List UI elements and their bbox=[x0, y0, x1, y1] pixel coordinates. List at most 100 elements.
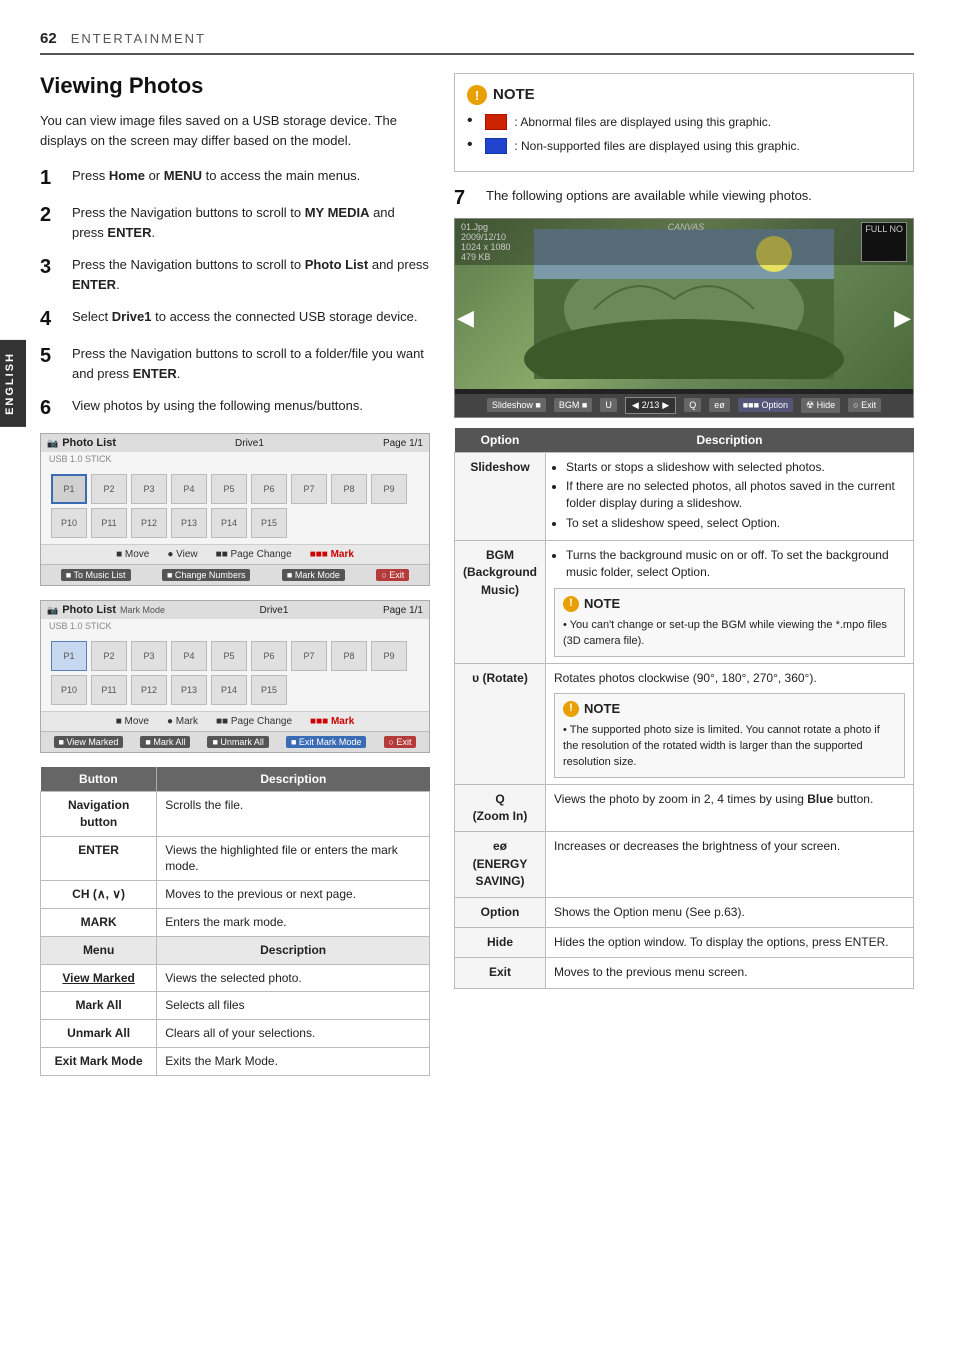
options-desc-header: Description bbox=[546, 428, 914, 453]
steps-list: 1 Press Home or MENU to access the main … bbox=[40, 166, 430, 420]
btn-view-marked[interactable]: ■ View Marked bbox=[54, 736, 124, 748]
btn-mark-all[interactable]: ■ Mark All bbox=[140, 736, 190, 748]
option-hide-desc: Hides the option window. To display the … bbox=[546, 927, 914, 957]
option-exit-desc: Moves to the previous menu screen. bbox=[546, 958, 914, 988]
thumb2-p7: P7 bbox=[291, 641, 327, 671]
option-option-desc: Shows the Option menu (See p.63). bbox=[546, 897, 914, 927]
rotate-note-text: • The supported photo size is limited. Y… bbox=[563, 724, 880, 768]
thumb-p1: P1 bbox=[51, 474, 87, 504]
option-rotate: υ (Rotate) bbox=[455, 663, 546, 784]
toolbar-q[interactable]: Q bbox=[684, 398, 701, 412]
file-info: 01.Jpg 2009/12/10 1024 x 1080 479 KB bbox=[461, 222, 511, 262]
option-exit-row: Exit Moves to the previous menu screen. bbox=[455, 958, 914, 988]
bgm-note-icon: ! bbox=[563, 596, 579, 612]
toolbar-energy[interactable]: eø bbox=[709, 398, 730, 412]
photo-list-title-2: Photo List bbox=[62, 604, 116, 616]
counter-next[interactable]: ▶ bbox=[662, 400, 669, 411]
photo-list-buttons-1: ■ To Music List ■ Change Numbers ■ Mark … bbox=[41, 564, 429, 585]
toolbar-exit[interactable]: ○ Exit bbox=[848, 398, 881, 412]
option-hide-row: Hide Hides the option window. To display… bbox=[455, 927, 914, 957]
rotate-inner-note: ! NOTE • The supported photo size is lim… bbox=[554, 693, 905, 778]
btn-ch: CH (∧, ∨) bbox=[41, 881, 157, 909]
step-4-text: Select Drive1 to access the connected US… bbox=[72, 307, 417, 327]
btn-enter-desc: Views the highlighted file or enters the… bbox=[157, 836, 430, 881]
thumb-p3: P3 bbox=[131, 474, 167, 504]
step-5: 5 Press the Navigation buttons to scroll… bbox=[40, 344, 430, 383]
toolbar-option[interactable]: ■■■ Option bbox=[738, 398, 793, 412]
nav2-page: ■■ Page Change bbox=[216, 716, 292, 727]
bgm-note-title: ! NOTE bbox=[563, 595, 896, 614]
thumb2-p15: P15 bbox=[251, 675, 287, 705]
nav2-move: ■ Move bbox=[116, 716, 149, 727]
bgm-note-text: • You can't change or set-up the BGM whi… bbox=[563, 619, 887, 647]
menu-exit-mark: Exit Mark Mode bbox=[41, 1047, 157, 1075]
step-3: 3 Press the Navigation buttons to scroll… bbox=[40, 255, 430, 294]
btn-nav-desc: Scrolls the file. bbox=[157, 792, 430, 837]
toolbar-hide[interactable]: ☢ Hide bbox=[801, 398, 840, 413]
counter-value: 2/13 bbox=[642, 400, 660, 410]
photo-list-header-1: 📷 Photo List Drive1 Page 1/1 bbox=[41, 434, 429, 452]
thumb-p14: P14 bbox=[211, 508, 247, 538]
step-4: 4 Select Drive1 to access the connected … bbox=[40, 307, 430, 331]
option-slideshow: Slideshow bbox=[455, 452, 546, 541]
photo-viewer-info: 01.Jpg 2009/12/10 1024 x 1080 479 KB CAN… bbox=[455, 219, 913, 265]
rotate-note-title: ! NOTE bbox=[563, 700, 896, 719]
table-row: ENTER Views the highlighted file or ente… bbox=[41, 836, 430, 881]
btn-mark: MARK bbox=[41, 908, 157, 936]
nav2-mark2: ■■■ Mark bbox=[310, 716, 354, 727]
nav2-mark: ● Mark bbox=[167, 716, 198, 727]
option-bgm-desc: Turns the background music on or off. To… bbox=[546, 541, 914, 664]
content-area: Viewing Photos You can view image files … bbox=[40, 73, 914, 1076]
toolbar-counter: ◀ 2/13 ▶ bbox=[625, 397, 676, 414]
photo-grid-2: P1 P2 P3 P4 P5 P6 P7 P8 P9 P10 P11 P12 P… bbox=[41, 633, 429, 711]
option-rotate-desc: Rotates photos clockwise (90°, 180°, 270… bbox=[546, 663, 914, 784]
photo-viewer-box: 01.Jpg 2009/12/10 1024 x 1080 479 KB CAN… bbox=[454, 218, 914, 418]
thumb-p4: P4 bbox=[171, 474, 207, 504]
menu-view-marked-desc: Views the selected photo. bbox=[157, 964, 430, 992]
toolbar-slideshow[interactable]: Slideshow ■ bbox=[487, 398, 546, 412]
btn-change-numbers[interactable]: ■ Change Numbers bbox=[162, 569, 250, 581]
btn-exit-mark-mode[interactable]: ■ Exit Mark Mode bbox=[286, 736, 366, 748]
note-bullet-1-text: : Abnormal files are displayed using thi… bbox=[485, 113, 771, 131]
thumb2-p5: P5 bbox=[211, 641, 247, 671]
desc-col-header: Description bbox=[157, 767, 430, 792]
step-6: 6 View photos by using the following men… bbox=[40, 396, 430, 420]
photo-list-ui-1: 📷 Photo List Drive1 Page 1/1 USB 1.0 STI… bbox=[40, 433, 430, 586]
photo-list-drive-2: Drive1 bbox=[260, 605, 289, 616]
thumb-p12: P12 bbox=[131, 508, 167, 538]
options-col-header: Option bbox=[455, 428, 546, 453]
option-option-row: Option Shows the Option menu (See p.63). bbox=[455, 897, 914, 927]
canvas-badge: CANVAS bbox=[668, 222, 705, 262]
toolbar-u[interactable]: U bbox=[600, 398, 617, 412]
menu-mark-all: Mark All bbox=[41, 992, 157, 1020]
btn-enter: ENTER bbox=[41, 836, 157, 881]
photo-viewer-toolbar: Slideshow ■ BGM ■ U ◀ 2/13 ▶ Q eø ■■■ Op… bbox=[455, 394, 913, 417]
bullet-dot-1: • bbox=[467, 113, 479, 129]
step-2-text: Press the Navigation buttons to scroll t… bbox=[72, 203, 430, 242]
option-slideshow-desc: Starts or stops a slideshow with selecte… bbox=[546, 452, 914, 541]
thumb2-p13: P13 bbox=[171, 675, 207, 705]
viewer-arrow-right[interactable]: ▶ bbox=[894, 305, 911, 331]
btn-unmark-all[interactable]: ■ Unmark All bbox=[207, 736, 268, 748]
step-4-num: 4 bbox=[40, 307, 62, 331]
thumb2-p1: P1 bbox=[51, 641, 87, 671]
step-6-num: 6 bbox=[40, 396, 62, 420]
viewer-arrow-left[interactable]: ◀ bbox=[457, 305, 474, 331]
note-bullet-1: • : Abnormal files are displayed using t… bbox=[467, 113, 901, 131]
btn-mark-mode[interactable]: ■ Mark Mode bbox=[282, 569, 345, 581]
right-column: ! NOTE • : Abnormal files are displayed … bbox=[454, 73, 914, 1076]
btn-exit-1[interactable]: ○ Exit bbox=[376, 569, 409, 581]
thumb2-p2: P2 bbox=[91, 641, 127, 671]
btn-music-list[interactable]: ■ To Music List bbox=[61, 569, 131, 581]
toolbar-bgm[interactable]: BGM ■ bbox=[554, 398, 592, 412]
option-energy-desc: Increases or decreases the brightness of… bbox=[546, 832, 914, 897]
thumb2-p10: P10 bbox=[51, 675, 87, 705]
options-table: Option Description Slideshow Starts or s… bbox=[454, 428, 914, 989]
menu-desc-header: Description bbox=[157, 936, 430, 964]
thumb2-p4: P4 bbox=[171, 641, 207, 671]
thumb2-p3: P3 bbox=[131, 641, 167, 671]
btn-exit-2[interactable]: ○ Exit bbox=[384, 736, 417, 748]
counter-prev[interactable]: ◀ bbox=[632, 400, 639, 411]
menu-unmark-all-desc: Clears all of your selections. bbox=[157, 1020, 430, 1048]
btn-mark-desc: Enters the mark mode. bbox=[157, 908, 430, 936]
